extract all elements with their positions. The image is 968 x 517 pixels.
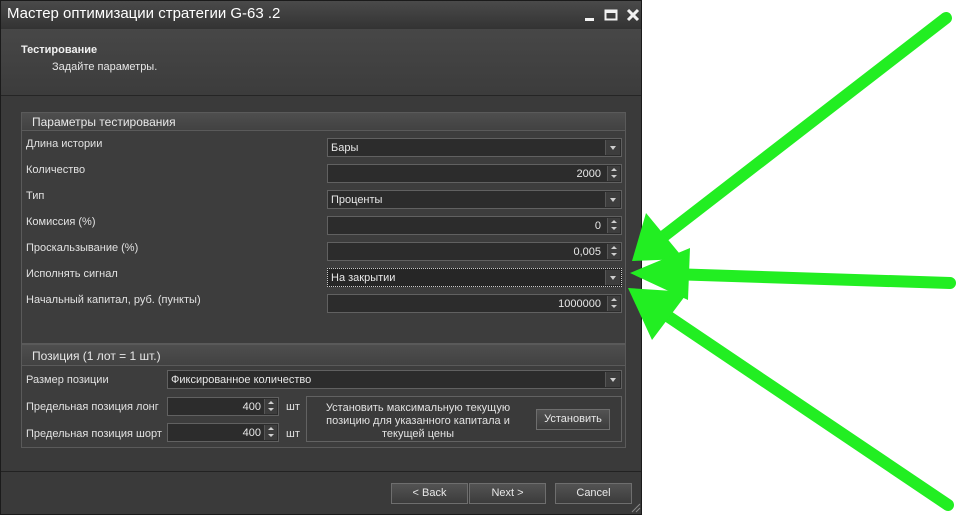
commission-input[interactable]: 0 [327,216,622,235]
history-length-select[interactable]: Бары [327,138,622,157]
count-input[interactable]: 2000 [327,164,622,183]
spinner-icon[interactable] [264,425,277,440]
count-label: Количество [26,164,86,176]
execute-signal-label: Исполнять сигнал [26,268,118,280]
spinner-icon[interactable] [264,399,277,414]
slippage-label: Проскальзывание (%) [26,242,139,254]
short-limit-unit: шт [286,428,300,440]
arrow-lower [628,288,954,511]
header-title: Тестирование [21,44,98,56]
next-button[interactable]: Next > [469,483,546,504]
set-button[interactable]: Установить [536,409,610,430]
initial-capital-label: Начальный капитал, руб. (пункты) [26,294,201,306]
history-length-label: Длина истории [26,138,103,150]
type-label: Тип [26,190,45,202]
history-length-value: Бары [331,142,359,154]
execute-signal-select[interactable]: На закрытии [327,268,622,287]
position-size-value: Фиксированное количество [171,374,312,386]
type-select[interactable]: Проценты [327,190,622,209]
annotation-arrows [628,12,956,511]
position-group: Позиция (1 лот = 1 шт.) Размер позиции Ф… [21,344,626,448]
test-params-group: Параметры тестирования Длина истории Бар… [21,112,626,344]
short-limit-value: 400 [242,427,261,439]
header-subtitle: Задайте параметры. [52,61,158,73]
short-limit-label: Предельная позиция шорт [26,428,162,440]
position-size-label: Размер позиции [26,374,109,386]
max-position-panel: Установить максимальную текущую позицию … [306,396,622,442]
initial-capital-input[interactable]: 1000000 [327,294,622,313]
optimization-wizard-window: Мастер оптимизации стратегии G-63 .2 Тес… [0,0,642,515]
arrow-upper [632,12,952,261]
position-size-select[interactable]: Фиксированное количество [167,370,622,389]
commission-label: Комиссия (%) [26,216,96,228]
long-limit-input[interactable]: 400 [167,397,279,416]
slippage-value: 0,005 [573,246,601,258]
wizard-header: Тестирование Задайте параметры. [1,29,641,96]
short-limit-input[interactable]: 400 [167,423,279,442]
max-position-info: Установить максимальную текущую позицию … [325,402,511,440]
footer-divider [1,471,641,472]
initial-capital-value: 1000000 [558,298,601,310]
long-limit-value: 400 [242,401,261,413]
execute-signal-value: На закрытии [331,272,396,284]
test-params-header: Параметры тестирования [22,113,625,131]
back-button[interactable]: < Back [391,483,468,504]
count-value: 2000 [576,168,601,180]
type-value: Проценты [331,194,383,206]
long-limit-label: Предельная позиция лонг [26,401,159,413]
minimize-icon[interactable] [582,7,598,23]
position-header: Позиция (1 лот = 1 шт.) [22,345,625,366]
slippage-input[interactable]: 0,005 [327,242,622,261]
position-title: Позиция (1 лот = 1 шт.) [32,349,161,363]
title-bar[interactable]: Мастер оптимизации стратегии G-63 .2 [1,1,641,30]
test-params-title: Параметры тестирования [32,115,176,129]
long-limit-unit: шт [286,401,300,413]
window-title: Мастер оптимизации стратегии G-63 .2 [7,5,281,22]
